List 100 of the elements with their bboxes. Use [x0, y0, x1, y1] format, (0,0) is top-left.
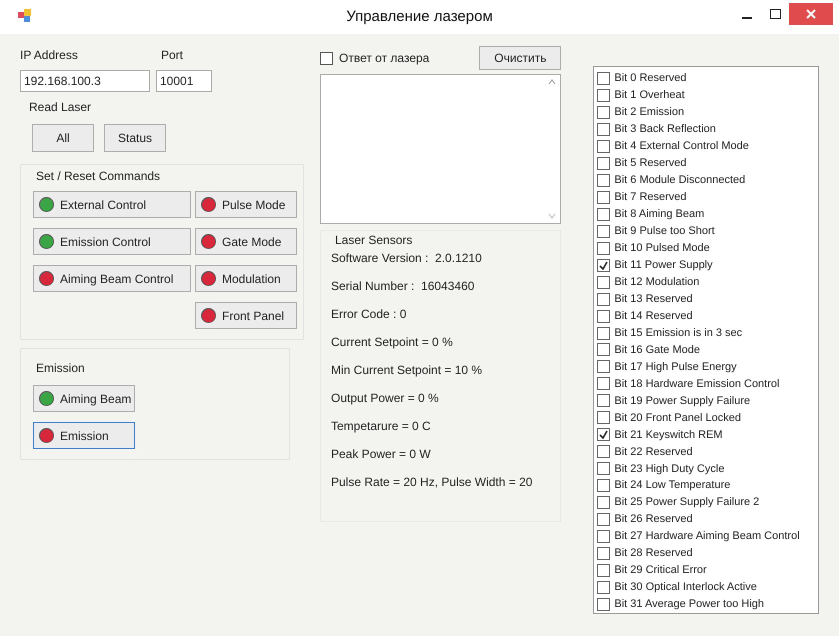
- response-label: Ответ от лазера: [339, 50, 430, 67]
- led-button[interactable]: Pulse Mode: [195, 191, 297, 218]
- checkbox[interactable]: [597, 581, 610, 594]
- led-button[interactable]: Modulation: [195, 265, 297, 292]
- clear-button[interactable]: Очистить: [479, 46, 562, 70]
- status-bit-item[interactable]: Bit 29 Critical Error: [597, 562, 818, 580]
- checkbox[interactable]: [597, 106, 610, 119]
- status-bit-item[interactable]: Bit 4 External Control Mode: [597, 138, 818, 155]
- led-button[interactable]: Aiming Beam Control: [33, 265, 191, 292]
- sensor-reading: Output Power = 0 %: [331, 390, 440, 407]
- group-title: Set / Reset Commands: [36, 168, 162, 185]
- status-bit-item[interactable]: Bit 23 High Duty Cycle: [597, 460, 818, 478]
- status-bit-item[interactable]: Bit 14 Reserved: [597, 308, 818, 325]
- status-bit-item[interactable]: Bit 3 Back Reflection: [597, 120, 818, 138]
- checkbox[interactable]: [597, 343, 610, 356]
- status-bit-item[interactable]: Bit 30 Optical Interlock Active: [597, 579, 818, 596]
- sensor-reading: Error Code : 0: [331, 306, 408, 323]
- status-bit-item[interactable]: Bit 18 Hardware Emission Control: [597, 375, 818, 392]
- sensor-reading: Current Setpoint = 0 %: [331, 334, 454, 351]
- status-bit-item[interactable]: Bit 2 Emission: [597, 104, 818, 121]
- status-bit-item[interactable]: Bit 1 Overheat: [597, 86, 818, 104]
- app-icon: [18, 9, 32, 23]
- checkbox[interactable]: [597, 547, 610, 560]
- status-bit-item[interactable]: Bit 19 Power Supply Failure: [597, 392, 818, 410]
- checkbox[interactable]: [597, 360, 610, 374]
- status-bit-item[interactable]: Bit 21 Keyswitch REM: [597, 426, 818, 444]
- read-button[interactable]: All: [32, 124, 94, 152]
- checkbox[interactable]: [597, 72, 610, 85]
- checkbox[interactable]: [597, 156, 610, 170]
- status-bit-item[interactable]: Bit 17 High Pulse Energy: [597, 358, 818, 376]
- ip-address-field[interactable]: 192.168.100.3: [20, 70, 150, 92]
- status-bit-item[interactable]: Bit 24 Low Temperature: [597, 477, 818, 494]
- status-bit-item[interactable]: Bit 27 Hardware Aiming Beam Control: [597, 528, 818, 546]
- window-title: Управление лазером: [346, 6, 493, 27]
- checkbox[interactable]: [597, 530, 610, 544]
- sensor-reading: Min Current Setpoint = 10 %: [331, 362, 484, 379]
- checkbox[interactable]: [597, 598, 610, 612]
- checkbox[interactable]: [597, 445, 610, 458]
- checkbox[interactable]: [597, 411, 610, 424]
- checkbox[interactable]: [597, 88, 610, 102]
- checkbox[interactable]: [597, 513, 610, 526]
- status-bit-item[interactable]: Bit 5 Reserved: [597, 154, 818, 172]
- read-button[interactable]: Status: [104, 124, 166, 152]
- port-label: Port: [161, 47, 184, 64]
- checkbox[interactable]: [597, 292, 610, 306]
- checkbox[interactable]: [597, 394, 610, 408]
- checkbox[interactable]: [597, 140, 610, 153]
- checkbox[interactable]: [597, 326, 610, 340]
- status-bit-item[interactable]: Bit 13 Reserved: [597, 290, 818, 308]
- sensor-reading: Peak Power = 0 W: [331, 446, 432, 463]
- status-bit-item[interactable]: Bit 26 Reserved: [597, 511, 818, 528]
- status-bit-item[interactable]: Bit 10 Pulsed Mode: [597, 240, 818, 257]
- checkbox[interactable]: [597, 242, 610, 255]
- checkbox[interactable]: [597, 258, 610, 272]
- close-button[interactable]: [789, 3, 833, 25]
- checkbox[interactable]: [597, 276, 610, 289]
- status-bit-item[interactable]: Bit 22 Reserved: [597, 443, 818, 460]
- minimize-icon: [742, 16, 752, 18]
- sensor-reading: Software Version : 2.0.1210: [331, 250, 483, 267]
- status-bit-item[interactable]: Bit 28 Reserved: [597, 545, 818, 562]
- status-bit-item[interactable]: Bit 31 Average Power too High: [597, 596, 818, 613]
- sensor-reading: Serial Number : 16043460: [331, 278, 476, 295]
- status-bit-item[interactable]: Bit 25 Power Supply Failure 2: [597, 494, 818, 512]
- status-bit-item[interactable]: Bit 12 Modulation: [597, 274, 818, 291]
- status-bit-item[interactable]: Bit 15 Emission is in 3 sec: [597, 324, 818, 342]
- read-laser-label: Read Laser: [29, 99, 92, 116]
- port-field[interactable]: 10001: [156, 70, 212, 92]
- led-button[interactable]: External Control: [33, 191, 191, 218]
- checkbox[interactable]: [597, 462, 610, 476]
- close-icon: [806, 9, 816, 19]
- checkbox[interactable]: [597, 377, 610, 390]
- led-button[interactable]: Emission Control: [33, 228, 191, 255]
- led-button[interactable]: Front Panel: [195, 302, 297, 329]
- checkbox[interactable]: [597, 224, 610, 238]
- status-bit-item[interactable]: Bit 0 Reserved: [597, 70, 818, 87]
- checkbox[interactable]: [597, 174, 610, 187]
- checkbox[interactable]: [597, 564, 610, 578]
- status-bit-item[interactable]: Bit 11 Power Supply: [597, 256, 818, 274]
- checkbox[interactable]: [597, 310, 610, 323]
- checkbox[interactable]: [320, 52, 333, 64]
- led-button[interactable]: Aiming Beam: [33, 385, 135, 412]
- status-bit-item[interactable]: Bit 9 Pulse too Short: [597, 222, 818, 240]
- status-bit-item[interactable]: Bit 16 Gate Mode: [597, 342, 818, 358]
- checkbox[interactable]: [597, 428, 610, 442]
- checkbox[interactable]: [597, 496, 610, 510]
- led-button[interactable]: Emission: [33, 422, 135, 449]
- led-button[interactable]: Gate Mode: [195, 228, 297, 255]
- status-bit-item[interactable]: Bit 20 Front Panel Locked: [597, 409, 818, 426]
- checkbox[interactable]: [597, 208, 610, 221]
- status-bit-item[interactable]: Bit 8 Aiming Beam: [597, 206, 818, 223]
- status-bit-item[interactable]: Bit 6 Module Disconnected: [597, 172, 818, 189]
- sensor-reading: Tempetarure = 0 C: [331, 418, 432, 435]
- checkbox[interactable]: [597, 122, 610, 136]
- maximize-icon: [770, 9, 780, 19]
- ip-address-label: IP Address: [20, 47, 79, 64]
- status-bit-item[interactable]: Bit 7 Reserved: [597, 188, 818, 206]
- scroll-up-icon[interactable]: [548, 79, 556, 85]
- checkbox[interactable]: [597, 479, 610, 492]
- checkbox[interactable]: [597, 190, 610, 204]
- sensor-reading: Pulse Rate = 20 Hz, Pulse Width = 20: [331, 474, 534, 491]
